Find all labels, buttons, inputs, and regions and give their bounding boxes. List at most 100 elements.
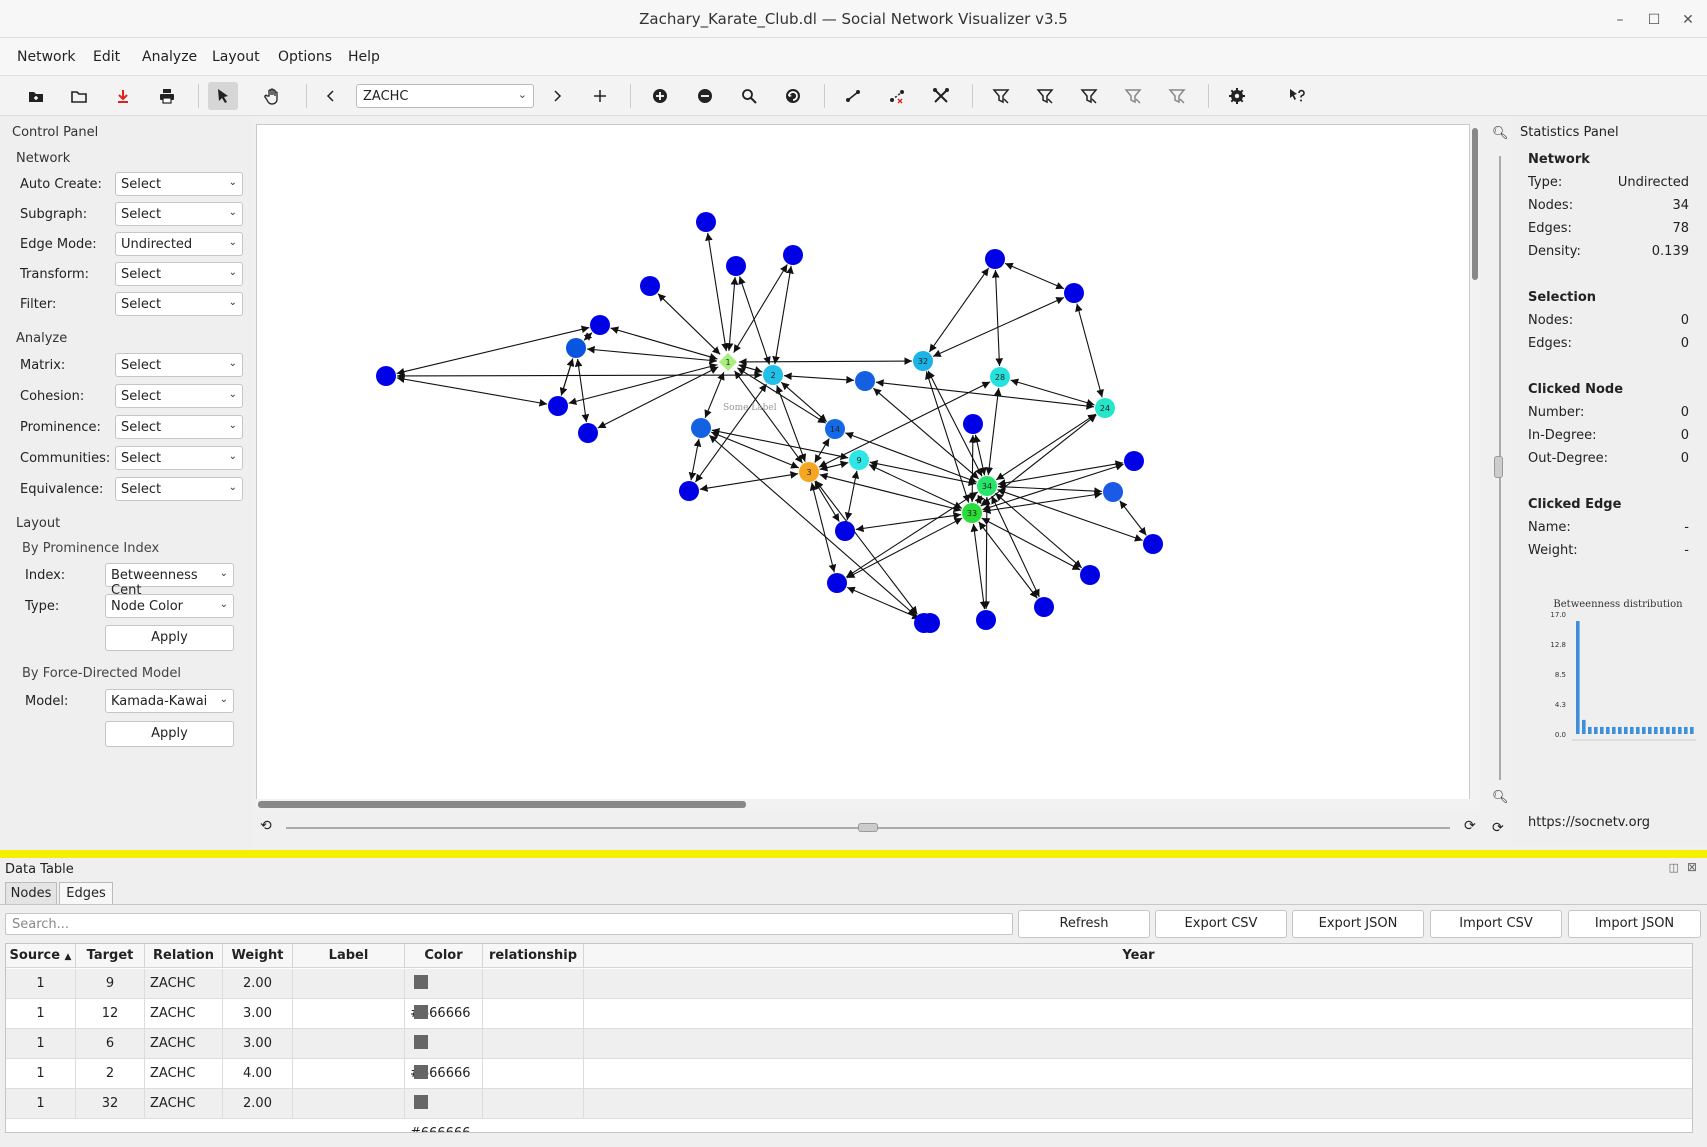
graph-edge[interactable] [968, 434, 977, 503]
table-cell[interactable] [584, 1059, 1692, 1089]
graph-node[interactable] [1064, 283, 1084, 303]
table-cell[interactable] [293, 1029, 405, 1059]
transform-select[interactable]: Select ⌄ [115, 262, 243, 286]
graph-edge[interactable] [1075, 303, 1104, 398]
prominence-select[interactable]: Select ⌄ [115, 415, 243, 439]
graph-node[interactable] [1124, 451, 1144, 471]
rotate-right-icon[interactable]: ⟳ [1464, 818, 1476, 834]
graph-edge[interactable] [982, 496, 991, 610]
graph-edge[interactable] [657, 293, 721, 355]
pan-hand-icon[interactable] [258, 82, 288, 110]
scroll-thumb[interactable] [258, 801, 746, 808]
graph-node[interactable] [691, 418, 711, 438]
graph-edge[interactable] [396, 375, 548, 407]
table-cell[interactable]: 2 [76, 1059, 145, 1089]
col-year[interactable]: Year [584, 944, 1692, 968]
export-csv-button[interactable]: Export CSV [1155, 910, 1287, 938]
table-cell[interactable]: ZACHC [145, 1059, 223, 1089]
graph-node[interactable] [590, 315, 610, 335]
graph-edge[interactable] [875, 379, 1095, 410]
graph-edge[interactable] [705, 232, 729, 352]
settings-icon[interactable] [1222, 82, 1252, 110]
graph-edge[interactable] [845, 491, 979, 578]
table-cell[interactable]: #666666 [405, 1029, 483, 1081]
col-weight[interactable]: Weight [223, 944, 293, 968]
graph-edge[interactable] [815, 480, 918, 615]
graph-edge[interactable] [819, 460, 849, 472]
graph-node[interactable] [976, 610, 996, 630]
communities-select[interactable]: Select ⌄ [115, 446, 243, 470]
table-cell[interactable]: 1 [6, 999, 76, 1029]
table-cell[interactable]: 6 [76, 1029, 145, 1059]
table-cell[interactable]: ZACHC [145, 969, 223, 999]
table-cell[interactable]: #666666 [405, 969, 483, 1021]
zoom-in-small-icon[interactable]: 🔍︎ [1492, 126, 1509, 141]
search-input[interactable]: Search... [5, 913, 1013, 935]
table-row[interactable]: 12ZACHC4.00 #666666 [6, 1059, 1692, 1111]
graph-node[interactable] [1080, 565, 1100, 585]
filter-select[interactable]: Select ⌄ [115, 292, 243, 316]
table-cell[interactable] [483, 969, 584, 999]
table-cell[interactable] [293, 1059, 405, 1089]
graph-edge[interactable] [704, 371, 725, 419]
menu-layout[interactable]: Layout [212, 49, 260, 65]
graph-edge[interactable] [559, 358, 575, 396]
prev-relation-icon[interactable] [316, 82, 346, 110]
graph-node[interactable] [679, 481, 699, 501]
tab-nodes[interactable]: Nodes [5, 882, 57, 904]
apply-prominence-button[interactable]: Apply [105, 625, 234, 651]
col-target[interactable]: Target [76, 944, 145, 968]
table-cell[interactable] [293, 1089, 405, 1119]
graph-edge[interactable] [568, 362, 718, 406]
refresh-button[interactable]: Refresh [1018, 910, 1150, 938]
table-cell[interactable] [483, 1059, 584, 1089]
close-panel-icon[interactable]: ⊠ [1687, 860, 1697, 874]
zoom-slider-handle[interactable] [1494, 456, 1503, 478]
menu-edit[interactable]: Edit [93, 49, 120, 65]
graph-edge[interactable] [814, 481, 840, 522]
table-cell[interactable] [483, 1089, 584, 1119]
edge-mode-select[interactable]: Undirected ⌄ [115, 232, 243, 256]
table-cell[interactable]: 3.00 [223, 999, 293, 1029]
graph-edge[interactable] [586, 345, 718, 365]
float-icon[interactable]: ◫ [1669, 861, 1679, 874]
graph-edge[interactable] [928, 267, 990, 353]
graph-edge[interactable] [775, 385, 807, 462]
save-icon[interactable] [108, 82, 138, 110]
table-cell[interactable]: #666666 [405, 1089, 483, 1132]
table-cell[interactable]: 2.00 [223, 969, 293, 999]
table-cell[interactable]: 1 [6, 1029, 76, 1059]
graph-edge[interactable] [710, 431, 800, 469]
graph-edge[interactable] [396, 325, 590, 376]
filter-4-icon[interactable] [1118, 82, 1148, 110]
col-label[interactable]: Label [293, 944, 405, 968]
table-cell[interactable]: 1 [6, 969, 76, 999]
table-cell[interactable]: 9 [76, 969, 145, 999]
graph-edge[interactable] [734, 370, 803, 464]
index-select[interactable]: Betweenness Cent ⌄ [105, 563, 234, 598]
graph-node[interactable] [376, 366, 396, 386]
graph-edge[interactable] [610, 326, 718, 361]
menu-help[interactable]: Help [348, 49, 380, 65]
graph-node[interactable] [963, 414, 983, 434]
table-row[interactable]: 112ZACHC3.00 #666666 [6, 999, 1692, 1051]
network-graph[interactable]: 1 2 3 9 14 24 28 32 33 34 Some Label [257, 125, 1469, 800]
website-link[interactable]: https://socnetv.org [1528, 815, 1650, 830]
subgraph-select[interactable]: Select ⌄ [115, 202, 243, 226]
filter-5-icon[interactable] [1162, 82, 1192, 110]
table-cell[interactable]: #666666 [405, 999, 483, 1051]
graph-canvas[interactable]: 1 2 3 9 14 24 28 32 33 34 Some Label [256, 124, 1470, 809]
graph-edge[interactable] [997, 483, 1103, 495]
next-relation-icon[interactable] [542, 82, 572, 110]
table-cell[interactable]: 3.00 [223, 1029, 293, 1059]
minimize-icon[interactable]: – [1610, 10, 1630, 30]
filter-1-icon[interactable] [986, 82, 1016, 110]
auto-create-select[interactable]: Select ⌄ [115, 172, 243, 196]
table-cell[interactable] [483, 999, 584, 1029]
graph-node[interactable] [1034, 597, 1054, 617]
graph-node[interactable] [1143, 534, 1163, 554]
graph-edge[interactable] [583, 332, 593, 341]
table-cell[interactable] [483, 1029, 584, 1059]
graph-edge[interactable] [844, 470, 860, 521]
canvas-vertical-scrollbar[interactable] [1470, 124, 1480, 809]
